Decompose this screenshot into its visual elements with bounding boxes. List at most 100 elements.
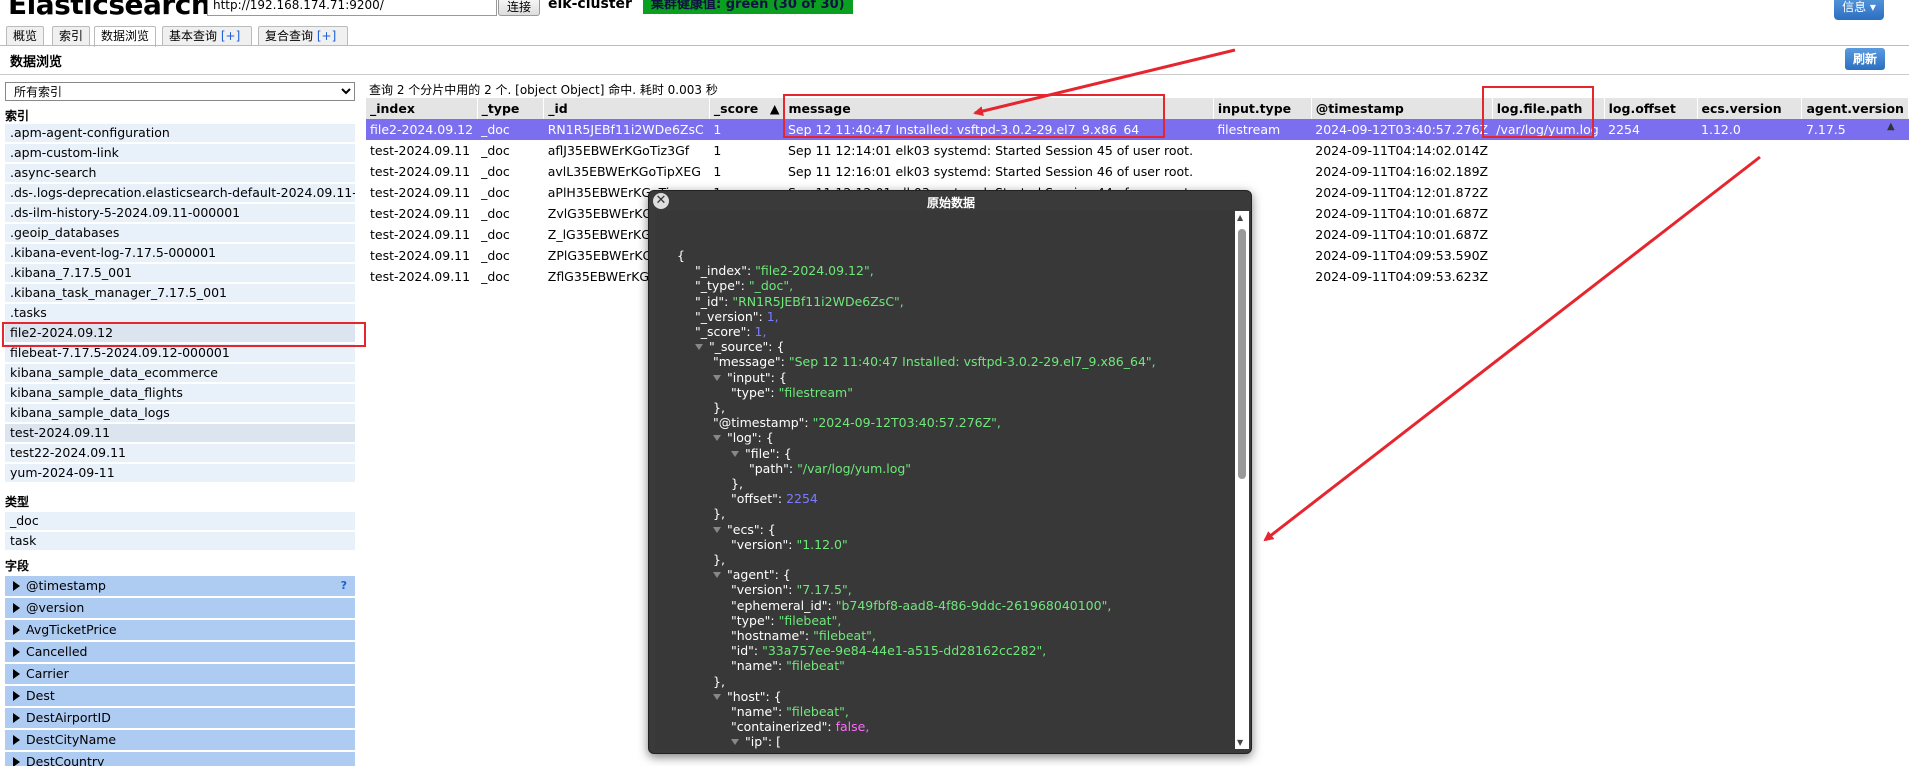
index-list-item[interactable]: yum-2024-09-11 [5, 464, 355, 482]
json-line: "_score": 1, [695, 324, 766, 340]
refresh-button[interactable]: 刷新 [1845, 48, 1885, 70]
table-cell: _doc [481, 227, 510, 242]
collapse-arrow-icon[interactable] [713, 526, 721, 533]
json-key: "_index": [695, 263, 756, 279]
field-list-item[interactable]: AvgTicketPrice [5, 620, 355, 640]
index-list-item[interactable]: .async-search [5, 164, 355, 182]
table-row[interactable]: test-2024.09.11 _doc avlL35EBWErKGoTipXEG 1… [366, 161, 1909, 182]
collapse-arrow-icon[interactable] [731, 450, 739, 457]
expand-arrow-icon[interactable] [13, 603, 20, 613]
index-list-item[interactable]: .apm-agent-configuration [5, 124, 355, 142]
index-list-item[interactable]: kibana_sample_data_ecommerce [5, 364, 355, 382]
index-list-item[interactable]: test22-2024.09.11 [5, 444, 355, 462]
index-filter-select[interactable]: 所有索引 [5, 82, 355, 101]
index-list-item[interactable]: .geoip_databases [5, 224, 355, 242]
scroll-up-icon[interactable]: ▲ [1237, 213, 1243, 222]
expand-arrow-icon[interactable] [13, 669, 20, 679]
json-line: "version": "1.12.0" [731, 537, 848, 553]
column-header[interactable]: log.offset [1604, 98, 1698, 119]
column-header[interactable]: ecs.version [1697, 98, 1803, 119]
sort-ascending-icon[interactable]: ▲ [770, 101, 780, 116]
help-icon[interactable]: ? [341, 576, 347, 596]
table-cell: test-2024.09.11 [370, 164, 471, 179]
table-row[interactable]: test-2024.09.11 _doc aflJ35EBWErKGoTiz3Gf 1… [366, 140, 1909, 161]
column-header-label: agent.version [1806, 101, 1904, 116]
index-list-item[interactable]: .ds-.logs-deprecation.elasticsearch-defa… [5, 184, 355, 202]
index-list-item[interactable]: kibana_sample_data_flights [5, 384, 355, 402]
column-header[interactable]: @timestamp [1311, 98, 1493, 119]
column-header[interactable]: _type [477, 98, 545, 119]
field-list-item[interactable]: DestCountry [5, 752, 355, 766]
index-list-item[interactable]: .tasks [5, 304, 355, 322]
field-label: DestCityName [26, 732, 117, 747]
field-list-item[interactable]: Carrier [5, 664, 355, 684]
expand-arrow-icon[interactable] [13, 713, 20, 723]
table-cell: _doc [477, 119, 544, 140]
tab-label: 复合查询 [265, 29, 314, 43]
column-header[interactable]: agent.version [1801, 98, 1909, 119]
table-cell [1492, 182, 1604, 203]
expand-arrow-icon[interactable] [13, 581, 20, 591]
type-list-item[interactable]: task [5, 532, 355, 550]
column-header[interactable]: _score ▲ [709, 98, 785, 119]
index-list-item[interactable]: test-2024.09.11 [5, 424, 355, 442]
tab-overview[interactable]: 概览 [6, 26, 44, 46]
collapse-arrow-icon[interactable] [731, 739, 739, 746]
table-cell [1604, 203, 1697, 224]
table-cell: 1 [713, 164, 722, 179]
cluster-url-input[interactable] [207, 0, 497, 16]
collapse-arrow-icon[interactable] [713, 435, 721, 442]
table-cell [1697, 140, 1802, 161]
tab-indices[interactable]: 索引 [52, 26, 90, 46]
field-list-item[interactable]: Cancelled [5, 642, 355, 662]
info-menu-button[interactable]: 信息 ▾ [1834, 0, 1884, 20]
table-cell: 2024-09-11T04:10:01.687Z [1315, 227, 1489, 242]
title-divider [0, 74, 1909, 75]
expand-arrow-icon[interactable] [13, 691, 20, 701]
connect-button[interactable]: 连接 [498, 0, 541, 16]
index-list-item[interactable]: .kibana_task_manager_7.17.5_001 [5, 284, 355, 302]
dialog-scrollbar[interactable]: ▲ ▼ [1235, 211, 1249, 749]
field-list-item[interactable]: DestCityName [5, 730, 355, 750]
index-list-item[interactable]: .apm-custom-link [5, 144, 355, 162]
json-line: "_source": { [695, 339, 784, 355]
index-list-item[interactable]: .kibana-event-log-7.17.5-000001 [5, 244, 355, 262]
collapse-arrow-icon[interactable] [713, 374, 721, 381]
field-list-item[interactable]: Dest [5, 686, 355, 706]
collapse-arrow-icon[interactable] [713, 693, 721, 700]
table-cell [1802, 224, 1909, 245]
field-list-item[interactable]: @version [5, 598, 355, 618]
json-line: "_id": "RN1R5JEBf11i2WDe6ZsC", [695, 294, 904, 310]
table-cell [1492, 140, 1604, 161]
expand-arrow-icon[interactable] [13, 647, 20, 657]
add-tab-link[interactable]: [+] [317, 29, 336, 43]
column-header[interactable]: input.type [1213, 98, 1312, 119]
app-title: Elasticsearch [8, 0, 211, 21]
column-header[interactable]: _id [543, 98, 710, 119]
scroll-up-icon[interactable]: ▲ [1887, 121, 1895, 132]
tab-basic-query[interactable]: 基本查询 [+] [162, 26, 252, 46]
column-header[interactable]: _index [366, 98, 478, 119]
scroll-down-icon[interactable]: ▼ [1237, 738, 1243, 747]
collapse-arrow-icon[interactable] [713, 572, 721, 579]
annotation-box-message [783, 94, 1165, 138]
field-list-item[interactable]: DestAirportID [5, 708, 355, 728]
table-cell: 1 [709, 119, 784, 140]
tab-browser[interactable]: 数据浏览 [94, 26, 156, 47]
index-list-item[interactable]: .kibana_7.17.5_001 [5, 264, 355, 282]
tab-compound-query[interactable]: 复合查询 [+] [258, 26, 348, 46]
field-list-item[interactable]: @timestamp? [5, 576, 355, 596]
index-list-item[interactable]: kibana_sample_data_logs [5, 404, 355, 422]
expand-arrow-icon[interactable] [13, 625, 20, 635]
index-list-item[interactable]: .ds-ilm-history-5-2024.09.11-000001 [5, 204, 355, 222]
add-tab-link[interactable]: [+] [221, 29, 240, 43]
scroll-thumb[interactable] [1238, 229, 1246, 479]
collapse-arrow-icon[interactable] [695, 344, 703, 351]
type-list-item[interactable]: _doc [5, 512, 355, 530]
json-key: "version": [731, 536, 797, 552]
table-cell [1697, 266, 1802, 287]
expand-arrow-icon[interactable] [13, 757, 20, 766]
expand-arrow-icon[interactable] [13, 735, 20, 745]
table-cell [1802, 203, 1909, 224]
json-line: "containerized": false, [731, 719, 869, 735]
